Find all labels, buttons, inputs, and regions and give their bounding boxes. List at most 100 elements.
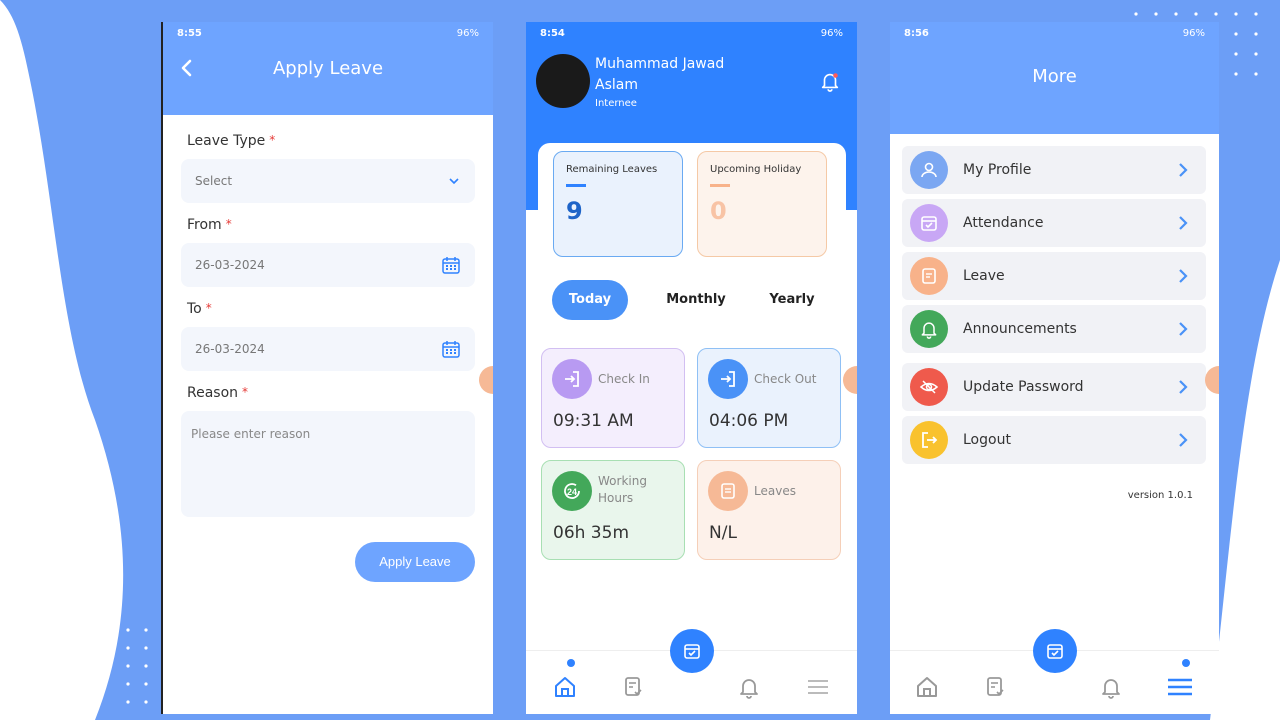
bell-icon[interactable] — [735, 673, 763, 701]
battery-level: 96% — [1182, 27, 1205, 39]
calendar-icon[interactable] — [441, 255, 461, 275]
home-icon[interactable] — [551, 673, 579, 701]
side-handle[interactable] — [843, 366, 857, 394]
avatar[interactable] — [536, 54, 590, 108]
bottom-navigation — [526, 629, 857, 714]
user-name: Muhammad Jawad Aslam — [595, 56, 725, 93]
check-in-time: 09:31 AM — [553, 411, 634, 431]
active-indicator — [1182, 659, 1190, 667]
menu-item-label: Leave — [963, 268, 1005, 284]
more-menu: My Profile Attendance Leave Announcement… — [902, 146, 1206, 469]
to-date-field[interactable]: 26-03-2024 — [181, 327, 475, 371]
app-version: version 1.0.1 — [1127, 490, 1193, 501]
menu-icon[interactable] — [1166, 673, 1194, 701]
tab-monthly[interactable]: Monthly — [648, 280, 744, 320]
leave-type-value: Select — [195, 174, 233, 188]
check-in-label: Check In — [598, 372, 650, 386]
to-label: To * — [187, 301, 212, 317]
eye-icon — [910, 368, 948, 406]
document-icon — [910, 257, 948, 295]
menu-item-leave[interactable]: Leave — [902, 252, 1206, 300]
menu-item-attendance[interactable]: Attendance — [902, 199, 1206, 247]
clock-24-icon: 24 — [552, 471, 592, 511]
apply-leave-form: Leave Type * Select From * 26-03-2024 To * … — [163, 115, 493, 517]
leave-summary-card: Remaining Leaves 9 Upcoming Holiday 0 — [538, 143, 846, 267]
working-hours-value: 06h 35m — [553, 523, 630, 543]
page-title: Apply Leave — [272, 58, 384, 79]
chevron-right-icon — [1179, 322, 1188, 336]
leave-document-icon[interactable] — [619, 673, 647, 701]
reason-label: Reason * — [187, 385, 249, 401]
page-title: More — [1032, 66, 1077, 87]
from-date-field[interactable]: 26-03-2024 — [181, 243, 475, 287]
tab-yearly[interactable]: Yearly — [744, 280, 840, 320]
calendar-icon[interactable] — [441, 339, 461, 359]
leave-document-icon[interactable] — [981, 673, 1009, 701]
remaining-leaves-card[interactable]: Remaining Leaves 9 — [553, 151, 683, 257]
side-handle[interactable] — [1205, 366, 1219, 394]
chevron-right-icon — [1179, 380, 1188, 394]
leaves-tile[interactable]: Leaves N/L — [697, 460, 841, 560]
accent-bar — [710, 184, 730, 187]
bell-icon[interactable] — [819, 70, 841, 92]
apply-leave-screen: 8:55 96% Apply Leave Leave Type * Select … — [161, 22, 493, 714]
more-screen: 8:56 96% More My Profile Attendance Leav… — [890, 22, 1219, 714]
leave-type-select[interactable]: Select — [181, 159, 475, 203]
menu-icon[interactable] — [804, 673, 832, 701]
accent-bar — [566, 184, 586, 187]
document-icon — [708, 471, 748, 511]
reason-textarea[interactable]: Please enter reason — [181, 411, 475, 517]
to-date-value: 26-03-2024 — [195, 342, 265, 356]
menu-item-label: Attendance — [963, 215, 1044, 231]
decorative-dots-bottom — [126, 628, 148, 704]
home-icon[interactable] — [913, 673, 941, 701]
menu-item-logout[interactable]: Logout — [902, 416, 1206, 464]
from-date-value: 26-03-2024 — [195, 258, 265, 272]
tab-today[interactable]: Today — [552, 280, 628, 320]
chevron-down-icon — [449, 178, 459, 185]
chevron-right-icon — [1179, 163, 1188, 177]
working-hours-tile[interactable]: 24 Working Hours 06h 35m — [541, 460, 685, 560]
calendar-check-icon — [910, 204, 948, 242]
apply-leave-button[interactable]: Apply Leave — [355, 542, 475, 582]
attendance-fab[interactable] — [1032, 629, 1077, 673]
battery-level: 96% — [456, 27, 479, 39]
chevron-right-icon — [1179, 433, 1188, 447]
chevron-right-icon — [1179, 269, 1188, 283]
logout-icon — [910, 421, 948, 459]
menu-item-label: Logout — [963, 432, 1011, 448]
user-icon — [910, 151, 948, 189]
menu-item-announcements[interactable]: Announcements — [902, 305, 1206, 353]
status-time: 8:54 — [540, 27, 565, 39]
svg-text:24: 24 — [567, 487, 577, 497]
remaining-leaves-label: Remaining Leaves — [566, 164, 658, 175]
login-icon — [552, 359, 592, 399]
working-hours-label: Working Hours — [598, 474, 647, 505]
leaves-value: N/L — [709, 523, 737, 543]
calendar-check-icon — [1046, 644, 1063, 659]
logout-icon — [708, 359, 748, 399]
more-header: 8:56 96% More — [890, 22, 1219, 134]
status-bar: 8:56 96% — [890, 22, 1219, 44]
user-role: Internee — [595, 98, 637, 109]
upcoming-holiday-label: Upcoming Holiday — [710, 164, 802, 175]
status-time: 8:56 — [904, 27, 929, 39]
leave-type-label: Leave Type * — [187, 133, 276, 149]
calendar-check-icon — [683, 644, 700, 659]
reason-placeholder: Please enter reason — [191, 427, 311, 441]
check-in-tile[interactable]: Check In 09:31 AM — [541, 348, 685, 448]
apply-leave-header: 8:55 96% Apply Leave — [163, 22, 493, 115]
bell-icon[interactable] — [1097, 673, 1125, 701]
menu-item-label: Announcements — [963, 321, 1077, 337]
chevron-right-icon — [1179, 216, 1188, 230]
menu-item-my-profile[interactable]: My Profile — [902, 146, 1206, 194]
status-bar: 8:54 96% — [526, 22, 857, 44]
upcoming-holiday-card[interactable]: Upcoming Holiday 0 — [697, 151, 827, 257]
menu-item-update-password[interactable]: Update Password — [902, 363, 1206, 411]
check-out-tile[interactable]: Check Out 04:06 PM — [697, 348, 841, 448]
attendance-fab[interactable] — [669, 629, 714, 673]
dashboard-screen: 8:54 96% Muhammad Jawad Aslam Internee R… — [526, 22, 857, 714]
bottom-navigation — [890, 629, 1219, 714]
remaining-leaves-value: 9 — [566, 197, 583, 225]
leaves-label: Leaves — [754, 484, 796, 498]
